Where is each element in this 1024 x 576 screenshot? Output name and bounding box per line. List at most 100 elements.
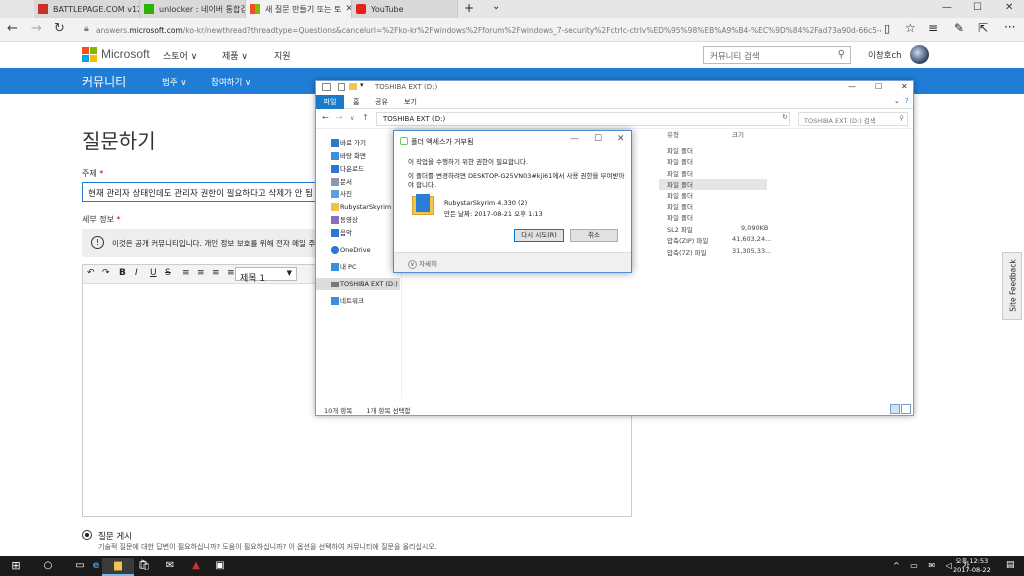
ribbon-tab-share[interactable]: 공유 (375, 97, 388, 107)
up-icon[interactable]: ↑ (362, 113, 369, 122)
file-type[interactable]: 파일 폴더 (667, 212, 693, 222)
nav-downloads[interactable]: 다운로드 (316, 163, 400, 175)
nav-categories[interactable]: 범주 ∨ (162, 76, 187, 88)
column-type[interactable]: 유형 (667, 129, 679, 139)
nav-music[interactable]: 음악 (316, 227, 400, 239)
nav-rubystar-folder[interactable]: RubystarSkyrim 4 (316, 201, 400, 213)
file-type[interactable]: 파일 폴더 (667, 145, 693, 155)
nav-network[interactable]: 네트워크 (316, 295, 400, 307)
ribbon-tab-home[interactable]: 홈 (353, 97, 359, 107)
minimize-button[interactable]: — (942, 2, 952, 13)
align-left-button[interactable]: ≡ (182, 268, 190, 278)
column-size[interactable]: 크기 (732, 129, 744, 139)
recent-dropdown-icon[interactable]: ∨ (350, 115, 354, 122)
file-type[interactable]: 파일 폴더 (667, 179, 693, 189)
nav-support[interactable]: 지원 (274, 49, 291, 62)
tab-battlepage[interactable]: BATTLEPAGE.COM v12 (34, 0, 140, 18)
large-icons-view-icon[interactable] (901, 404, 911, 414)
align-right-button[interactable]: ≡ (212, 268, 220, 278)
properties-icon[interactable] (338, 83, 345, 91)
nav-toshiba-drive[interactable]: TOSHIBA EXT (D:) (316, 278, 400, 290)
favorite-star-icon[interactable]: ☆ (905, 21, 916, 35)
nav-participate[interactable]: 참여하기 ∨ (211, 76, 251, 88)
user-name[interactable]: 이창호ch (868, 49, 902, 61)
forward-icon[interactable]: → (31, 21, 42, 36)
expand-ribbon-icon[interactable]: ⌄ (894, 97, 900, 105)
minimize-button[interactable]: — (848, 82, 856, 91)
search-icon[interactable]: ⚲ (838, 49, 845, 60)
tab-youtube[interactable]: YouTube (352, 0, 458, 18)
post-question-label[interactable]: 질문 게시 (98, 530, 132, 542)
explorer-search-input[interactable]: TOSHIBA EXT (D:) 검색 ⚲ (798, 112, 908, 126)
nav-this-pc[interactable]: 내 PC (316, 261, 400, 273)
avatar[interactable] (910, 45, 929, 64)
maximize-button[interactable]: ☐ (973, 2, 982, 13)
help-icon[interactable]: ? (905, 97, 909, 105)
ribbon-tab-view[interactable]: 보기 (404, 97, 417, 107)
file-type[interactable]: SL2 파일 (667, 224, 693, 234)
notification-icon[interactable]: ▤ (1006, 560, 1015, 570)
tab-new-question[interactable]: 새 질문 만들기 또는 토 ✕ (246, 0, 352, 18)
microsoft-logo-icon[interactable] (82, 47, 97, 62)
clock[interactable]: 오후 12:53 2017-08-22 (953, 557, 991, 575)
close-button[interactable]: ✕ (617, 134, 625, 144)
nav-desktop[interactable]: 바탕 화면 (316, 150, 400, 162)
community-title[interactable]: 커뮤니티 (82, 73, 126, 90)
undo-button[interactable]: ↶ (87, 268, 95, 278)
nav-onedrive[interactable]: OneDrive (316, 244, 400, 256)
share-icon[interactable]: ⇱ (978, 21, 988, 35)
maximize-button[interactable]: ☐ (594, 134, 602, 144)
start-windows-icon[interactable]: ⊞ (0, 558, 32, 576)
reading-view-icon[interactable]: ▯ (884, 22, 890, 35)
justify-button[interactable]: ≡ (227, 268, 235, 278)
file-type[interactable]: 파일 폴더 (667, 168, 693, 178)
new-folder-icon[interactable] (349, 83, 357, 90)
file-type[interactable]: 파일 폴더 (667, 201, 693, 211)
forward-icon[interactable]: → (336, 113, 343, 122)
post-question-radio[interactable] (82, 530, 92, 540)
maximize-button[interactable]: ☐ (875, 82, 882, 91)
italic-button[interactable]: I (135, 268, 138, 278)
photos-icon[interactable]: ▣ (204, 558, 236, 576)
file-type[interactable]: 압축(ZIP) 파일 (667, 235, 708, 245)
notes-icon[interactable]: ✎ (954, 21, 964, 35)
close-window-button[interactable]: ✕ (1005, 2, 1013, 13)
back-icon[interactable]: ← (7, 21, 18, 36)
file-type[interactable]: 압축(7Z) 파일 (667, 247, 707, 257)
refresh-icon[interactable]: ↻ (54, 21, 65, 36)
nav-products[interactable]: 제품 ∨ (222, 49, 248, 62)
subject-input[interactable]: 현재 관리자 상태인데도 관리자 권한이 필요하다고 삭제가 안 됩 (82, 182, 332, 202)
community-search-input[interactable]: 커뮤니티 검색 ⚲ (703, 46, 851, 64)
back-icon[interactable]: ← (322, 113, 329, 122)
minimize-button[interactable]: — (570, 134, 579, 144)
strikethrough-button[interactable]: S (165, 268, 171, 278)
bold-button[interactable]: B (119, 268, 126, 278)
nav-store[interactable]: 스토어 ∨ (163, 49, 197, 62)
site-feedback-button[interactable]: Site Feedback (1002, 252, 1022, 320)
retry-button[interactable]: 다시 시도(R) (514, 229, 564, 242)
hub-icon[interactable]: ≡ (928, 21, 938, 35)
quick-access-dropdown-icon[interactable]: ▾ (360, 81, 364, 89)
close-tab-icon[interactable]: ✕ (341, 4, 351, 14)
close-button[interactable]: ✕ (901, 82, 908, 91)
redo-button[interactable]: ↷ (102, 268, 110, 278)
file-type[interactable]: 파일 폴더 (667, 190, 693, 200)
format-select[interactable]: 제목 1 ▼ (235, 267, 297, 284)
file-type[interactable]: 파일 폴더 (667, 156, 693, 166)
tab-naver[interactable]: unlocker : 네이버 통합검색 (140, 0, 246, 18)
new-tab-button[interactable]: + (464, 1, 474, 15)
nav-quick-access[interactable]: 바로 가기 (316, 137, 400, 149)
url-field[interactable]: answers.microsoft.com/ko-kr/newthread?th… (96, 23, 881, 39)
search-icon[interactable]: ○ (32, 558, 64, 576)
nav-videos[interactable]: 동영상 (316, 214, 400, 226)
explorer-path[interactable]: TOSHIBA EXT (D:) (376, 112, 790, 126)
details-view-icon[interactable] (890, 404, 900, 414)
more-icon[interactable]: ··· (1004, 20, 1015, 34)
cancel-button[interactable]: 취소 (570, 229, 618, 242)
align-center-button[interactable]: ≡ (197, 268, 205, 278)
underline-button[interactable]: U (150, 268, 157, 278)
path-refresh-icon[interactable]: ↻ (782, 113, 788, 121)
nav-documents[interactable]: 문서 (316, 176, 400, 188)
ribbon-tab-file[interactable]: 파일 (316, 95, 344, 109)
microsoft-brand[interactable]: Microsoft (101, 47, 150, 61)
